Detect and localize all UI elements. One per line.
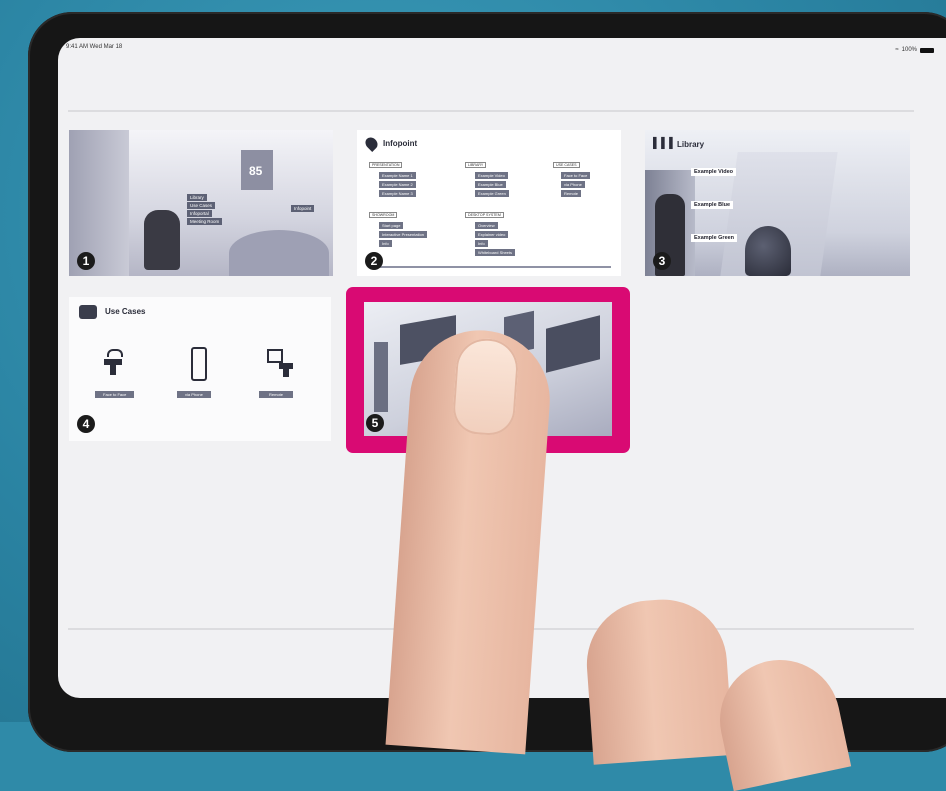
tile-4-use-cases[interactable]: Use Cases Face to Face via Phone Remote … — [69, 297, 331, 441]
infopoint-item[interactable]: Interactive Presentation — [379, 231, 428, 238]
infopoint-item[interactable]: Example Video — [475, 172, 508, 179]
infopoint-item[interactable]: Example Name 1 — [379, 172, 416, 179]
tile-3-library[interactable]: ▌▌▌ Library Example Video Example Blue E… — [645, 130, 910, 276]
section-header-showroom: SHOWROOM — [369, 212, 398, 218]
infopoint-item[interactable]: Info — [475, 240, 488, 247]
top-divider — [68, 110, 914, 112]
status-bar: 9:41 AM Wed Mar 18 ≈ 100% — [66, 44, 934, 56]
infopoint-item[interactable]: Start page — [379, 222, 404, 229]
battery-percent: 100% — [901, 47, 917, 53]
infopoint-item[interactable]: Remote — [561, 190, 582, 197]
library-title: Library — [677, 140, 705, 149]
infopoint-item[interactable]: Face to Face — [561, 172, 591, 179]
wifi-icon: ≈ — [895, 47, 899, 53]
use-case-via-phone[interactable]: via Phone — [177, 391, 211, 398]
tile-2-infopoint[interactable]: Infopoint PRESENTATION Example Name 1 Ex… — [357, 130, 621, 276]
library-label-green[interactable]: Example Green — [691, 234, 738, 242]
infopoint-item[interactable]: Example Name 3 — [379, 190, 416, 197]
library-label-video[interactable]: Example Video — [691, 168, 737, 176]
middle-finger — [582, 595, 734, 765]
status-time: 9:41 AM Wed Mar 18 — [66, 44, 123, 50]
tag-infopoint[interactable]: Infopoint — [291, 205, 315, 212]
infopoint-item[interactable]: Example Green — [475, 190, 509, 197]
tile-number-3: 3 — [653, 252, 671, 270]
section-header-use-cases: USE CASES — [553, 162, 580, 168]
briefcase-icon — [79, 305, 97, 319]
tile-number-5: 5 — [366, 414, 384, 432]
screen-number: 85 — [249, 164, 263, 178]
infopoint-title: Infopoint — [383, 139, 418, 148]
tile-number-1: 1 — [77, 252, 95, 270]
use-cases-title: Use Cases — [105, 307, 146, 316]
fingernail — [451, 336, 521, 437]
tile-1-lobby[interactable]: 85 Library Use Cases Infoportal Meeting … — [69, 130, 333, 276]
tag-library[interactable]: Library — [187, 194, 207, 201]
tile-number-4: 4 — [77, 415, 95, 433]
index-finger — [385, 325, 555, 755]
people-table-icon — [101, 347, 125, 377]
plant-figure — [745, 226, 791, 276]
section-header-library: LIBRARY — [465, 162, 487, 168]
tag-use-cases[interactable]: Use Cases — [187, 202, 216, 209]
tag-infoportal[interactable]: Infoportal — [187, 210, 212, 217]
section-header-presentation: PRESENTATION — [369, 162, 403, 168]
infopoint-item[interactable]: via Phone — [561, 181, 585, 188]
person-figure — [144, 210, 180, 270]
tag-meeting-room[interactable]: Meeting Room — [187, 218, 223, 225]
use-case-face-to-face[interactable]: Face to Face — [95, 391, 135, 398]
tile-number-2: 2 — [365, 252, 383, 270]
remote-meeting-icon — [265, 349, 295, 377]
infopoint-item[interactable]: Info — [379, 240, 392, 247]
library-label-blue[interactable]: Example Blue — [691, 201, 734, 209]
battery-icon — [920, 47, 934, 53]
scroll-indicator — [377, 266, 611, 268]
location-pin-icon — [363, 135, 380, 152]
use-case-remote[interactable]: Remote — [259, 391, 294, 398]
section-header-desktop-system: DESKTOP SYSTEM — [465, 212, 504, 218]
library-books-icon: ▌▌▌ — [653, 138, 678, 149]
infopoint-item[interactable]: Overview — [475, 222, 498, 229]
infopoint-item[interactable]: Example Blue — [475, 181, 506, 188]
infopoint-item[interactable]: Example Name 2 — [379, 181, 416, 188]
infopoint-item[interactable]: Whiteboard Sheets — [475, 249, 516, 256]
kiosk-figure — [374, 342, 388, 412]
infopoint-item[interactable]: Explainer video — [475, 231, 509, 238]
phone-icon — [185, 347, 209, 381]
